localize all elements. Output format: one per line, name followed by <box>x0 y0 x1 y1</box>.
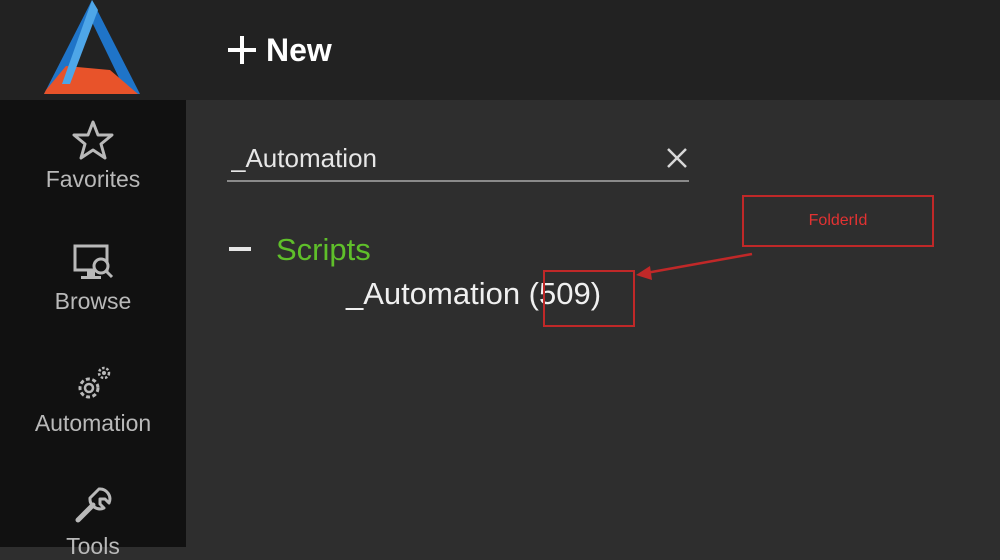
highlight-box <box>543 270 635 327</box>
gear-icon <box>78 366 111 399</box>
sidebar-item-favorites[interactable]: Favorites <box>0 118 186 193</box>
new-button[interactable]: New <box>224 28 332 72</box>
search-field <box>227 138 689 182</box>
sidebar-item-browse[interactable]: Browse <box>0 240 186 315</box>
close-icon[interactable] <box>665 146 689 170</box>
annotation-label: FolderId <box>808 212 868 229</box>
search-input[interactable] <box>231 138 651 178</box>
star-icon <box>72 120 114 160</box>
tree-node-scripts[interactable]: Scripts <box>276 232 371 268</box>
monitor-search-icon <box>73 244 114 279</box>
wrench-icon <box>75 487 112 523</box>
sidebar-item-label: Automation <box>34 410 152 436</box>
new-button-label: New <box>266 31 332 68</box>
app-logo[interactable] <box>36 0 148 98</box>
sidebar: Favorites Browse Automation Tools <box>0 100 186 559</box>
collapse-icon[interactable] <box>228 237 252 261</box>
sidebar-item-tools[interactable]: Tools <box>0 485 186 560</box>
annotation-callout: FolderId <box>742 195 934 247</box>
sidebar-item-label: Browse <box>54 288 132 314</box>
sidebar-item-label: Favorites <box>45 166 141 192</box>
plus-icon <box>228 36 256 64</box>
top-bar: New <box>0 0 1000 100</box>
sidebar-item-automation[interactable]: Automation <box>0 362 186 437</box>
